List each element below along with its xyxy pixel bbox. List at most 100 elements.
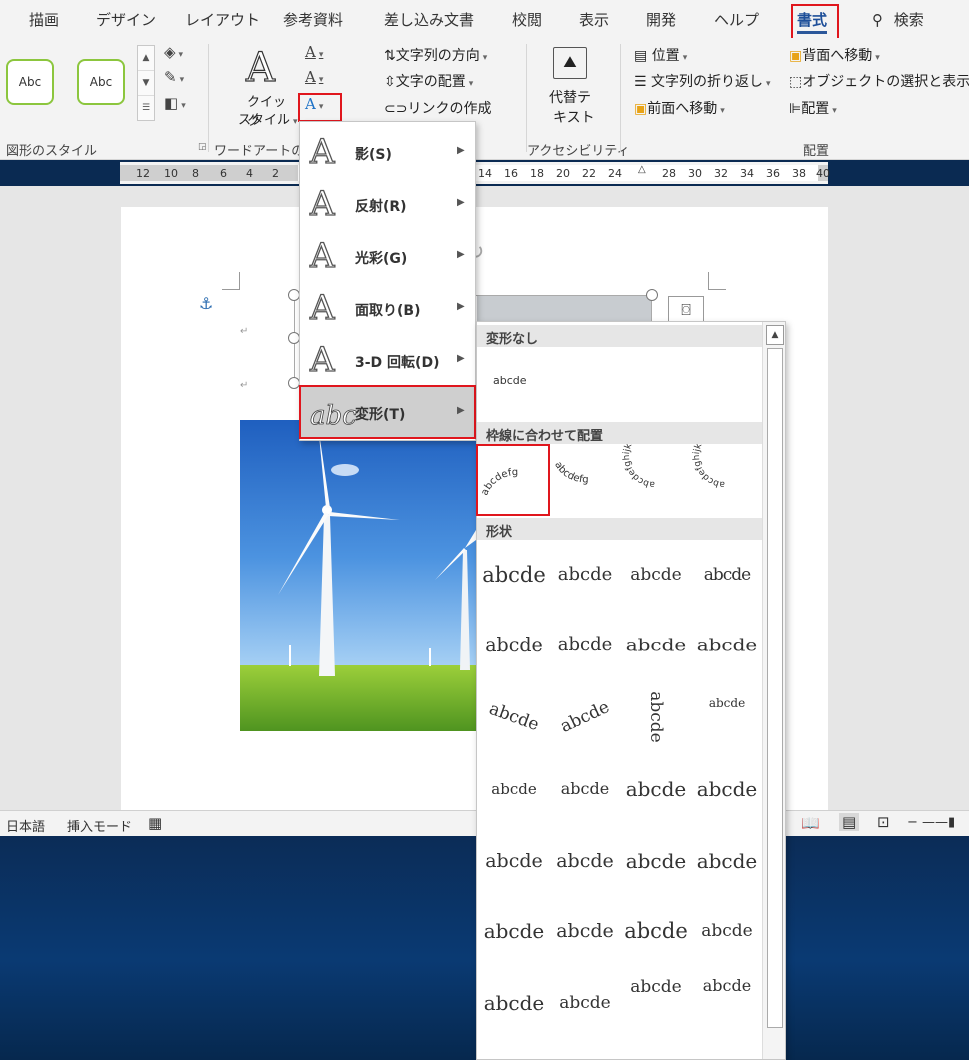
shape-fill-icon[interactable]: ◈ ▾ bbox=[164, 43, 183, 61]
menu-item-shadow[interactable]: A 影(S) ▶ bbox=[300, 126, 475, 178]
scroll-up-icon[interactable]: ▲ bbox=[766, 325, 784, 345]
warp-option[interactable]: abcde bbox=[479, 898, 549, 964]
position-button[interactable]: ▤ 位置 ▾ bbox=[634, 45, 687, 65]
read-mode-icon[interactable]: 📖 bbox=[801, 814, 820, 832]
follow-path-row: abcdefg abcdefg abcdefghijklmn abcdefghi… bbox=[479, 444, 725, 497]
warp-option[interactable]: abcde bbox=[539, 672, 630, 761]
warp-option[interactable]: abcde bbox=[479, 970, 549, 1036]
align-button[interactable]: ⊫配置 ▾ bbox=[789, 98, 837, 118]
web-layout-icon[interactable]: ⊡ bbox=[877, 813, 890, 831]
warp-option[interactable]: abcde bbox=[550, 828, 620, 894]
warp-option[interactable]: abcde bbox=[621, 828, 691, 894]
tab-references[interactable]: 参考資料 bbox=[283, 9, 343, 30]
alt-text-label-2: キスト bbox=[553, 110, 595, 126]
send-backward-button[interactable]: ▣背面へ移動 ▾ bbox=[789, 45, 880, 65]
ruler-tick: 36 bbox=[766, 167, 780, 180]
warp-option[interactable]: abcde bbox=[621, 898, 691, 964]
ruler-tick: 18 bbox=[530, 167, 544, 180]
path-arch-down-option[interactable]: abcdefg bbox=[552, 460, 589, 486]
text-outline-icon[interactable]: A ▾ bbox=[305, 68, 323, 86]
warp-option[interactable]: abcde bbox=[550, 898, 620, 964]
shape-outline-icon[interactable]: ✎ ▾ bbox=[164, 68, 184, 86]
warp-option[interactable]: abcde bbox=[479, 756, 549, 822]
shape-style-scroll[interactable]: ▲ ▼ ☰ bbox=[137, 45, 155, 121]
warp-option[interactable]: abcde bbox=[479, 828, 549, 894]
tab-design[interactable]: デザイン bbox=[96, 9, 156, 30]
bring-forward-button[interactable]: ▣前面へ移動 ▾ bbox=[634, 98, 725, 118]
warp-option[interactable]: abcde bbox=[692, 970, 762, 1036]
reflection-icon: A bbox=[309, 184, 335, 224]
alt-text-button[interactable]: ⛰ 代替テ キスト bbox=[547, 47, 595, 127]
warp-option[interactable]: abcde bbox=[621, 542, 691, 608]
path-arch-up-option[interactable]: abcdefg bbox=[479, 467, 518, 497]
search-box[interactable]: ⚲ 検索 bbox=[872, 9, 924, 30]
warp-option[interactable]: abcde bbox=[692, 756, 762, 822]
wrap-text-button[interactable]: ☰ 文字列の折り返し ▾ bbox=[634, 71, 771, 91]
warp-option[interactable]: abcde bbox=[621, 756, 691, 822]
zoom-slider[interactable]: − ——▮ bbox=[907, 815, 955, 830]
text-direction-button[interactable]: ⇅文字列の方向 ▾ bbox=[384, 45, 487, 65]
print-layout-icon[interactable]: ▤ bbox=[839, 813, 860, 831]
more-icon[interactable]: ☰ bbox=[138, 96, 154, 121]
menu-item-bevel[interactable]: A 面取り(B) ▶ bbox=[300, 282, 475, 334]
selection-pane-button[interactable]: ⬚オブジェクトの選択と表示 bbox=[789, 71, 969, 91]
status-language[interactable]: 日本語 bbox=[6, 816, 45, 835]
resize-handle[interactable] bbox=[646, 289, 658, 301]
section-warp: 形状 bbox=[477, 518, 763, 540]
menu-item-transform[interactable]: abc 変形(T) ▶ bbox=[300, 386, 475, 438]
warp-option[interactable]: abcde bbox=[692, 619, 762, 672]
tab-layout[interactable]: レイアウト bbox=[185, 9, 260, 30]
warp-option[interactable]: abcde bbox=[692, 542, 762, 608]
create-link-button[interactable]: ⊂⊃リンクの作成 bbox=[384, 98, 491, 118]
warp-option[interactable]: abcde bbox=[479, 612, 549, 678]
shape-style-2[interactable]: Abc bbox=[77, 59, 125, 105]
submenu-arrow-icon: ▶ bbox=[457, 197, 465, 208]
status-insert-mode[interactable]: 挿入モード bbox=[67, 816, 132, 835]
no-transform-option[interactable]: abcde bbox=[493, 374, 527, 387]
warp-option[interactable]: abcde bbox=[550, 970, 620, 1036]
tab-draw[interactable]: 描画 bbox=[29, 9, 59, 30]
indent-marker-icon[interactable]: △ bbox=[638, 164, 646, 175]
layout-options-icon[interactable]: ⌼ bbox=[668, 296, 704, 324]
tab-review[interactable]: 校閲 bbox=[512, 9, 542, 30]
scroll-thumb[interactable] bbox=[767, 348, 783, 1028]
wind-turbine-photo[interactable] bbox=[240, 420, 476, 731]
warp-option[interactable]: abcde bbox=[692, 684, 762, 750]
section-follow-path: 枠線に合わせて配置 bbox=[477, 422, 763, 444]
scroll-down-icon[interactable]: ▼ bbox=[138, 71, 154, 96]
separator bbox=[208, 44, 209, 152]
text-fill-icon[interactable]: A ▾ bbox=[305, 43, 323, 61]
warp-option[interactable]: abcde bbox=[692, 898, 762, 964]
macro-record-icon[interactable]: ▦ bbox=[148, 814, 162, 832]
bring-forward-icon: ▣ bbox=[634, 101, 648, 117]
menu-item-3d-rotation[interactable]: A 3-D 回転(D) ▶ bbox=[300, 334, 475, 386]
tab-mailings[interactable]: 差し込み文書 bbox=[384, 9, 474, 30]
scroll-up-icon[interactable]: ▲ bbox=[138, 46, 154, 71]
text-effects-icon[interactable]: A ▾ bbox=[305, 95, 323, 113]
ruler-tick: 20 bbox=[556, 167, 570, 180]
gallery-scrollbar[interactable]: ▲ bbox=[762, 322, 785, 1059]
warp-option[interactable]: abcde bbox=[479, 542, 549, 608]
tab-format[interactable]: 書式 bbox=[797, 9, 828, 34]
shape-effects-icon[interactable]: ◧ ▾ bbox=[164, 94, 186, 112]
warp-option[interactable]: abcde bbox=[550, 756, 620, 822]
warp-option[interactable]: abcde bbox=[623, 682, 689, 752]
quick-styles-button[interactable]: A クイック スタイル ▾ bbox=[238, 44, 298, 129]
tab-developer[interactable]: 開発 bbox=[646, 9, 676, 30]
anchor-icon[interactable]: ⚓ bbox=[199, 294, 213, 313]
warp-option[interactable]: abcde bbox=[550, 612, 620, 678]
tab-help[interactable]: ヘルプ bbox=[714, 9, 759, 30]
menu-item-reflection[interactable]: A 反射(R) ▶ bbox=[300, 178, 475, 230]
warp-option[interactable]: abcde bbox=[550, 542, 620, 608]
shape-style-1[interactable]: Abc bbox=[6, 59, 54, 105]
warp-option[interactable]: abcde bbox=[692, 828, 762, 894]
path-button-option[interactable]: abcdefghijklmnop bbox=[692, 444, 725, 489]
path-circle-option[interactable]: abcdefghijklmn bbox=[622, 444, 655, 489]
warp-option[interactable]: abcde bbox=[621, 970, 691, 1036]
warp-option[interactable]: abcde bbox=[621, 619, 691, 672]
text-align-button[interactable]: ⇳文字の配置 ▾ bbox=[384, 71, 473, 91]
menu-item-glow[interactable]: A 光彩(G) ▶ bbox=[300, 230, 475, 282]
tab-view[interactable]: 表示 bbox=[579, 9, 609, 30]
menu-label: 3-D 回転(D) bbox=[355, 355, 440, 371]
dialog-launcher-icon[interactable]: ◲ bbox=[198, 142, 207, 152]
